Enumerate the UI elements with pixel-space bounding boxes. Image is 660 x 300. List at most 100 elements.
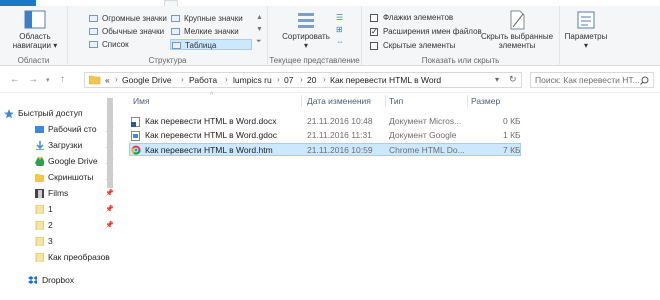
chevron-right-icon: ›: [323, 75, 326, 84]
item-checkboxes-toggle[interactable]: Флажки элементов: [370, 12, 453, 23]
file-type: Документ Google: [389, 130, 457, 140]
chrome-html-file-icon: [131, 145, 141, 155]
nav-item-dropbox[interactable]: Dropbox: [28, 273, 112, 288]
view-small-buttons[interactable]: ☰ ⊞ ⇔: [336, 12, 348, 48]
chevron-right-icon: ›: [300, 75, 303, 84]
column-divider[interactable]: [301, 95, 302, 107]
column-header-date[interactable]: Дата изменения: [307, 96, 371, 106]
dropbox-icon: [28, 276, 37, 284]
options-label: Параметры: [564, 32, 608, 41]
nav-item-quick-access[interactable]: Быстрый доступ: [4, 106, 118, 121]
nav-item-label: Загрузки: [48, 140, 83, 150]
file-type: Документ Micros...: [389, 116, 462, 126]
nav-item-desktop[interactable]: Рабочий сто📌: [35, 122, 114, 137]
column-header-type[interactable]: Тип: [389, 96, 403, 106]
checkbox-icon: [370, 42, 378, 50]
breadcrumb-overflow[interactable]: «: [105, 75, 110, 85]
nav-pane-scrollbar[interactable]: [107, 98, 113, 188]
nav-item-downloads[interactable]: Загрузки📌: [36, 138, 114, 153]
hide-selected-label: Скрыть выбранные элементы: [480, 32, 554, 50]
gdoc-file-icon: [131, 131, 140, 141]
hide-selected-button[interactable]: Скрыть выбранные элементы: [480, 10, 554, 50]
nav-item-screenshots[interactable]: Скриншоты📌: [35, 170, 114, 185]
layout-medium-icons[interactable]: Обычные значки: [88, 26, 164, 37]
sort-button[interactable]: Сортировать ▾: [278, 10, 334, 50]
layout-large-icons[interactable]: Крупные значки: [170, 13, 243, 24]
current-view-group-label: Текущее представление: [269, 56, 360, 65]
file-name: Как перевести HTML в Word.docx: [145, 116, 277, 126]
nav-item-films[interactable]: Films 📌: [35, 186, 114, 201]
list-icon: [89, 41, 98, 48]
navigation-pane-label: Область навигации: [12, 32, 52, 50]
docx-file-icon: [131, 117, 140, 127]
file-extensions-toggle[interactable]: Расширения имен файлов: [370, 26, 482, 37]
ribbon: Область навигации ▾ Области Огромные зна…: [0, 6, 660, 66]
nav-item-1[interactable]: 1 📌: [35, 202, 114, 217]
search-input[interactable]: Поиск: Как перевести НТ...: [530, 72, 654, 88]
up-arrow-icon[interactable]: ↑: [60, 74, 65, 85]
nav-item-2[interactable]: 2 📌: [35, 218, 114, 233]
options-icon: [577, 11, 595, 29]
navigation-pane-button[interactable]: Область навигации ▾: [8, 10, 62, 50]
back-arrow-icon[interactable]: ←: [10, 74, 20, 85]
breadcrumb-work[interactable]: Работа: [189, 75, 217, 85]
chevron-down-icon: ▾: [53, 41, 58, 50]
nav-item-google-drive[interactable]: Google Drive📌: [35, 154, 114, 169]
nav-item-convert[interactable]: Как преобразов: [35, 250, 120, 265]
table-row-selected[interactable]: Как перевести HTML в Word.htm 21.11.2016…: [129, 143, 521, 156]
column-divider[interactable]: [385, 95, 386, 107]
google-drive-icon: [35, 157, 44, 166]
column-header-size[interactable]: Размер: [471, 96, 500, 106]
recent-locations-chevron-icon[interactable]: ▾: [46, 76, 50, 84]
folder-icon: [35, 174, 44, 182]
sort-icon: [298, 13, 314, 28]
file-size: 1 КБ: [503, 130, 521, 140]
desktop-folder-icon: [35, 126, 44, 133]
breadcrumb-google-drive[interactable]: Google Drive: [122, 75, 172, 85]
nav-item-label: Как преобразов: [48, 252, 110, 262]
nav-item-label: Скриншоты: [48, 172, 94, 182]
address-input[interactable]: « › Google Drive › Работа › lumpics ru ›…: [84, 72, 522, 88]
chevron-down-icon[interactable]: ▾: [495, 75, 499, 84]
breadcrumb-07[interactable]: 07: [284, 75, 293, 85]
chevron-right-icon: ›: [181, 75, 184, 84]
folder-icon: [35, 237, 44, 246]
checkbox-checked-icon: [370, 26, 378, 37]
folder-icon: [89, 75, 101, 85]
small-icons-icon: [171, 28, 180, 35]
structure-group: Огромные значки Крупные значки Обычные з…: [68, 6, 268, 66]
chevron-down-icon: ▾: [583, 41, 588, 50]
structure-group-label: Структура: [148, 56, 187, 65]
options-button[interactable]: Параметры ▾: [562, 10, 610, 50]
table-row[interactable]: Как перевести HTML в Word.gdoc 21.11.201…: [129, 129, 521, 142]
show-hide-group: Флажки элементов Расширения имен файлов …: [362, 6, 560, 66]
nav-item-label: 1: [48, 204, 53, 214]
layout-huge-icons[interactable]: Огромные значки: [88, 13, 167, 24]
large-icons-icon: [171, 15, 180, 22]
forward-arrow-icon[interactable]: →: [28, 74, 38, 85]
table-row[interactable]: Как перевести HTML в Word.docx 21.11.201…: [129, 115, 521, 128]
file-date: 21.11.2016 11:31: [307, 130, 372, 140]
layout-details[interactable]: Таблица: [170, 39, 252, 50]
layout-small-icons[interactable]: Мелкие значки: [170, 26, 239, 37]
breadcrumb-lumpics[interactable]: lumpics ru: [233, 75, 272, 85]
nav-item-3[interactable]: 3: [35, 234, 110, 249]
file-date: 21.11.2016 10:59: [307, 145, 373, 155]
layout-scroll-arrows[interactable]: ▲ ▼ ⏷: [256, 12, 263, 48]
column-header-name[interactable]: Имя: [133, 96, 150, 106]
breadcrumb-current-folder[interactable]: Как перевести HTML в Word: [330, 75, 441, 85]
current-view-group: Сортировать ▾ ☰ ⊞ ⇔ Текущее представление: [268, 6, 362, 66]
breadcrumb-20[interactable]: 20: [307, 75, 316, 85]
address-bar: ← → ▾ ↑ « › Google Drive › Работа › lump…: [0, 67, 660, 93]
folder-icon: [35, 221, 44, 230]
chevron-right-icon: ›: [277, 75, 280, 84]
nav-item-label: Dropbox: [42, 275, 75, 285]
layout-list[interactable]: Список: [88, 39, 129, 50]
hidden-items-toggle[interactable]: Скрытые элементы: [370, 40, 455, 51]
column-divider[interactable]: [467, 95, 468, 107]
chevron-down-icon: ▾: [303, 41, 308, 50]
file-list: Имя ^ Дата изменения Тип Размер Как пере…: [125, 92, 660, 300]
hide-selected-icon: [510, 10, 525, 30]
file-size: 7 КБ: [503, 145, 521, 155]
refresh-icon[interactable]: ↻: [509, 74, 517, 85]
